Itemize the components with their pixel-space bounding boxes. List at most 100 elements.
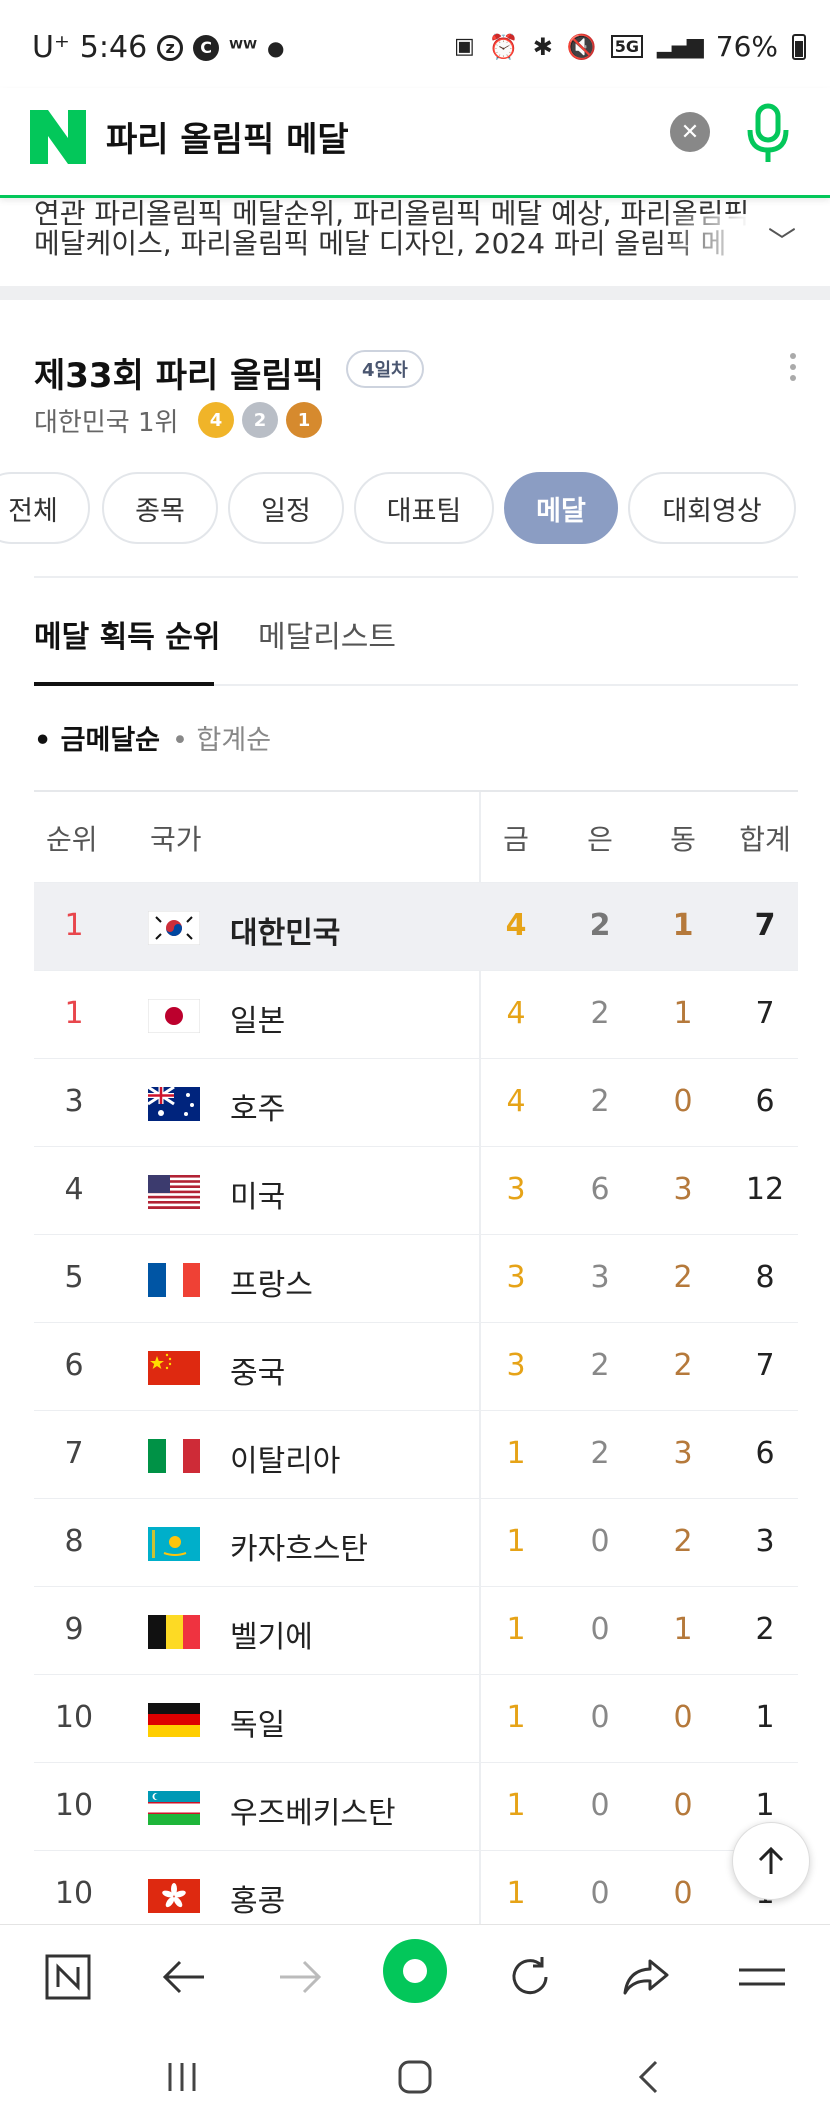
table-row[interactable]: 10 독일 1 0 0 1 [34, 1674, 798, 1762]
france-flag-icon [148, 1263, 200, 1297]
bluetooth-icon: ✱ [532, 32, 553, 61]
header-gold: 금 [503, 823, 529, 856]
system-back-button[interactable] [618, 2052, 678, 2102]
refresh-button[interactable] [500, 1947, 560, 2007]
total-count: 7 [754, 908, 776, 943]
silver-count: 2 [590, 1436, 610, 1471]
microphone-icon[interactable] [744, 102, 792, 166]
gold-count: 1 [506, 1788, 526, 1823]
sort-by-gold[interactable]: • 금메달순 [34, 718, 160, 757]
hong-kong-flag-icon [148, 1879, 200, 1913]
hamburger-icon [739, 1968, 785, 1986]
system-nav-bar [0, 2032, 830, 2126]
gold-count: 4 [506, 1084, 526, 1119]
country-name: 이탈리아 [230, 1444, 341, 1479]
table-row[interactable]: 9 벨기에 1 0 1 2 [34, 1586, 798, 1674]
rank-cell: 9 [64, 1612, 84, 1647]
japan-flag-icon [148, 999, 200, 1033]
silver-count: 2 [589, 908, 611, 943]
silver-medal-badge: 2 [242, 402, 278, 438]
rank-cell: 1 [64, 996, 84, 1031]
arrow-left-icon [162, 1960, 204, 1994]
related-line-2[interactable]: 메달케이스, 파리올림픽 메달 디자인, 2024 파리 올림픽 메 [34, 222, 754, 262]
green-dot-button[interactable] [383, 1939, 447, 2003]
table-row[interactable]: 3 호주 4 2 0 6 [34, 1058, 798, 1146]
total-count: 8 [755, 1260, 775, 1295]
bronze-count: 0 [673, 1700, 693, 1735]
silver-count: 2 [590, 1084, 610, 1119]
recent-apps-button[interactable] [152, 2052, 212, 2102]
event-title[interactable]: 제33회 파리 올림픽 [34, 348, 324, 397]
recent-apps-icon [168, 2063, 196, 2091]
gold-medal-badge: 4 [198, 402, 234, 438]
wave-notification-icon: ᵂᵂ [229, 35, 257, 60]
tab-sports[interactable]: 종목 [102, 472, 218, 544]
subtab-medal-ranking[interactable]: 메달 획득 순위 [34, 612, 221, 656]
table-row[interactable]: 6 중국 3 2 2 7 [34, 1322, 798, 1410]
tab-all[interactable]: 전체 [0, 472, 90, 544]
status-bar: U⁺ 5:46 z C ᵂᵂ ● ▣ ⏰ ✱ 🔇 5G ▂▄▆ 76% [0, 0, 830, 88]
table-header: 순위 국가 금 은 동 합계 [34, 790, 798, 882]
gold-count: 1 [506, 1436, 526, 1471]
total-count: 1 [755, 1788, 775, 1823]
search-input[interactable]: 파리 올림픽 메달 [106, 112, 349, 161]
z-notification-icon: z [157, 34, 184, 61]
total-count: 3 [755, 1524, 775, 1559]
forward-button[interactable] [270, 1947, 330, 2007]
table-row[interactable]: 7 이탈리아 1 2 3 6 [34, 1410, 798, 1498]
subtab-medalists[interactable]: 메달리스트 [258, 612, 396, 656]
bronze-count: 1 [672, 908, 694, 943]
tab-team[interactable]: 대표팀 [354, 472, 494, 544]
tab-medal[interactable]: 메달 [504, 472, 618, 544]
scroll-to-top-button[interactable] [732, 1822, 810, 1900]
gold-count: 1 [506, 1876, 526, 1911]
clock: 5:46 [79, 30, 148, 65]
5g-icon: 5G [610, 35, 643, 58]
rank-cell: 1 [64, 908, 84, 943]
china-flag-icon [148, 1351, 200, 1385]
table-row[interactable]: 5 프랑스 3 3 2 8 [34, 1234, 798, 1322]
tab-schedule[interactable]: 일정 [228, 472, 344, 544]
menu-button[interactable] [732, 1947, 792, 2007]
header-rank: 순위 [46, 823, 98, 856]
table-row[interactable]: 1 일본 4 2 1 7 [34, 970, 798, 1058]
carrier-label: U⁺ [32, 30, 70, 65]
tab-video[interactable]: 대회영상 [628, 472, 796, 544]
rank-cell: 10 [54, 1876, 94, 1911]
table-row[interactable]: 1 대한민국 4 2 1 7 [34, 882, 798, 970]
bronze-count: 2 [673, 1348, 693, 1383]
day-badge: 4일차 [346, 350, 424, 388]
battery-percent: 76% [715, 30, 778, 63]
country-name: 카자흐스탄 [230, 1532, 368, 1567]
battery-icon [792, 33, 806, 60]
naver-logo[interactable] [30, 110, 86, 164]
table-row[interactable]: 4 미국 3 6 3 12 [34, 1146, 798, 1234]
total-count: 6 [755, 1084, 775, 1119]
chevron-left-icon [638, 2060, 658, 2094]
home-button[interactable] [385, 2052, 445, 2102]
share-button[interactable] [616, 1947, 676, 2007]
bronze-count: 1 [673, 996, 693, 1031]
sort-by-total[interactable]: • 합계순 [172, 718, 271, 757]
gold-count: 1 [506, 1612, 526, 1647]
status-right: ▣ ⏰ ✱ 🔇 5G ▂▄▆ 76% [454, 30, 806, 63]
naver-n-icon [45, 1954, 91, 2000]
bronze-count: 2 [673, 1260, 693, 1295]
table-row[interactable]: 8 카자흐스탄 1 0 2 3 [34, 1498, 798, 1586]
country-name: 홍콩 [230, 1884, 286, 1919]
country-name: 중국 [230, 1356, 286, 1391]
back-button[interactable] [154, 1947, 214, 2007]
bronze-count: 0 [673, 1876, 693, 1911]
table-row[interactable]: 10 우즈베키스탄 1 0 0 1 [34, 1762, 798, 1850]
naver-home-button[interactable] [38, 1947, 98, 2007]
chevron-down-icon[interactable]: ﹀ [768, 220, 796, 260]
more-options-icon[interactable] [788, 350, 798, 386]
clear-search-icon[interactable]: ✕ [670, 112, 710, 152]
country-name: 미국 [230, 1180, 286, 1215]
arrow-up-icon [758, 1846, 784, 1874]
silver-count: 0 [590, 1788, 610, 1823]
home-icon [398, 2060, 432, 2094]
bronze-medal-badge: 1 [286, 402, 322, 438]
korea-rank-text: 대한민국 1위 [34, 408, 179, 438]
gold-count: 4 [505, 908, 527, 943]
